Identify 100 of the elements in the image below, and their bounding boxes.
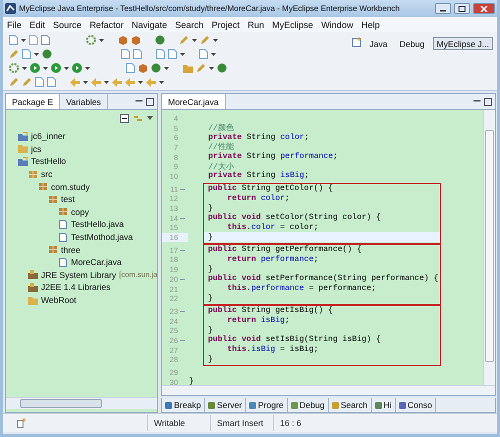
editor-tab[interactable]: MoreCar.java: [162, 94, 226, 109]
perspective-button[interactable]: MyEclipse J...: [432, 37, 493, 50]
fold-icon[interactable]: [180, 188, 185, 191]
tree-item[interactable]: jcs: [31, 144, 42, 154]
scrollbar-thumb[interactable]: [485, 130, 494, 362]
maximize-icon: [458, 6, 466, 12]
fold-icon[interactable]: [180, 278, 185, 281]
caret-icon[interactable]: [85, 66, 90, 70]
close-button[interactable]: [473, 3, 495, 14]
code-line: }: [208, 204, 213, 213]
caret-icon[interactable]: [22, 66, 27, 70]
view-tab[interactable]: Server: [204, 398, 246, 412]
caret-icon[interactable]: [209, 66, 214, 70]
caret-icon[interactable]: [138, 80, 143, 84]
code-line: }: [208, 264, 213, 274]
tree-item[interactable]: jc6_inner: [31, 131, 66, 142]
minimize-button[interactable]: [435, 3, 451, 14]
tree-item[interactable]: test: [61, 194, 75, 204]
folder-icon[interactable]: [183, 64, 193, 72]
caret-icon[interactable]: [192, 38, 197, 42]
tree-item[interactable]: com.study: [51, 182, 90, 192]
fold-icon[interactable]: [180, 248, 185, 252]
link-icon[interactable]: [133, 114, 143, 122]
pencil-icon[interactable]: [9, 49, 19, 59]
view-tab[interactable]: Debug: [288, 398, 329, 412]
caret-icon[interactable]: [213, 38, 218, 42]
menu-item[interactable]: Source: [53, 20, 82, 30]
status-text: 16 : 6: [273, 415, 336, 431]
tree-item[interactable]: MoreCar.java: [71, 257, 122, 268]
code-line: }: [208, 294, 213, 303]
menu-item[interactable]: Project: [212, 20, 240, 30]
caret-icon[interactable]: [180, 52, 185, 56]
vertical-scrollbar[interactable]: [483, 110, 495, 385]
maximize-button[interactable]: [454, 3, 470, 14]
code-line: public void setColor(String color) {: [208, 213, 381, 222]
code-line: this.performance = performance;: [226, 284, 376, 294]
close-icon: [480, 6, 488, 12]
caret-icon[interactable]: [34, 52, 39, 56]
tree-item[interactable]: TestHello.java: [71, 219, 124, 230]
view-tab[interactable]: Breakp: [162, 398, 205, 412]
perspective-button[interactable]: Java: [366, 37, 392, 50]
menu-item[interactable]: Search: [175, 20, 204, 30]
tree-item[interactable]: WebRoot: [41, 295, 76, 306]
caret-icon[interactable]: [99, 38, 104, 42]
view-tab[interactable]: Conso: [396, 398, 436, 412]
menu-item[interactable]: File: [7, 20, 22, 30]
fold-icon[interactable]: [180, 310, 185, 313]
tree-item[interactable]: JRE System Library: [41, 270, 116, 280]
project-icon: [18, 132, 28, 141]
menu-item[interactable]: Edit: [30, 20, 46, 30]
play-icon[interactable]: [72, 63, 82, 73]
collapse-all-icon[interactable]: [120, 114, 129, 122]
scrollbar-thumb[interactable]: [20, 399, 102, 408]
caret-icon[interactable]: [64, 66, 69, 70]
caret-icon[interactable]: [159, 80, 164, 84]
horizontal-scrollbar[interactable]: [6, 397, 157, 409]
page-icon[interactable]: [17, 418, 27, 428]
code-line: public String getIsBig() {: [208, 306, 333, 316]
menu-item[interactable]: Window: [321, 20, 354, 30]
caret-icon[interactable]: [147, 116, 153, 120]
window-title: MyEclipse Java Enterprise - TestHello/src/com/study/three/MoreCar.java - MyEclipse Enterprise Workbench: [19, 4, 401, 13]
maximize-view-icon[interactable]: [146, 98, 154, 106]
caret-icon[interactable]: [21, 38, 26, 42]
fold-icon[interactable]: [180, 216, 185, 220]
code-line: //颜色: [207, 122, 234, 134]
tree-item[interactable]: src: [41, 169, 52, 180]
view-tab[interactable]: Hi: [372, 398, 396, 412]
fold-icon[interactable]: [180, 338, 185, 342]
horizontal-scrollbar[interactable]: [162, 385, 495, 395]
code-line: public String getPerformance() {: [208, 245, 362, 254]
package-icon: [58, 207, 68, 216]
maximize-view-icon[interactable]: [484, 98, 492, 106]
tree-item[interactable]: three: [61, 244, 80, 255]
menu-item[interactable]: MyEclipse: [272, 20, 314, 30]
view-tab[interactable]: Search: [328, 398, 372, 412]
view-tab[interactable]: Progre: [246, 398, 288, 412]
tree-item[interactable]: J2EE 1.4 Libraries: [41, 282, 110, 292]
open-perspective-icon[interactable]: [352, 37, 362, 47]
caret-icon[interactable]: [164, 66, 169, 70]
caret-icon[interactable]: [43, 66, 48, 70]
tree-item[interactable]: TestHello: [31, 156, 66, 166]
code-line: this.color = color;: [226, 222, 318, 232]
menu-item[interactable]: Refactor: [90, 20, 124, 30]
view-tab[interactable]: Variables: [60, 94, 108, 109]
view-tab[interactable]: Package E: [6, 94, 60, 109]
play-icon[interactable]: [30, 63, 40, 73]
code-line: private String color;: [207, 132, 310, 142]
caret-icon[interactable]: [104, 80, 109, 84]
caret-icon[interactable]: [211, 52, 216, 56]
play-icon[interactable]: [51, 63, 61, 73]
code-line: public String getColor() {: [208, 184, 333, 194]
menu-item[interactable]: Help: [361, 20, 380, 30]
tree-item[interactable]: TestMothod.java: [71, 232, 133, 242]
caret-icon[interactable]: [83, 80, 88, 84]
menu-item[interactable]: Run: [248, 20, 264, 30]
code-line: return isBig;: [226, 316, 290, 326]
tree-item[interactable]: copy: [71, 206, 89, 217]
java-icon: [58, 258, 68, 267]
menu-item[interactable]: Navigate: [132, 20, 168, 30]
perspective-button[interactable]: Debug: [396, 37, 429, 50]
